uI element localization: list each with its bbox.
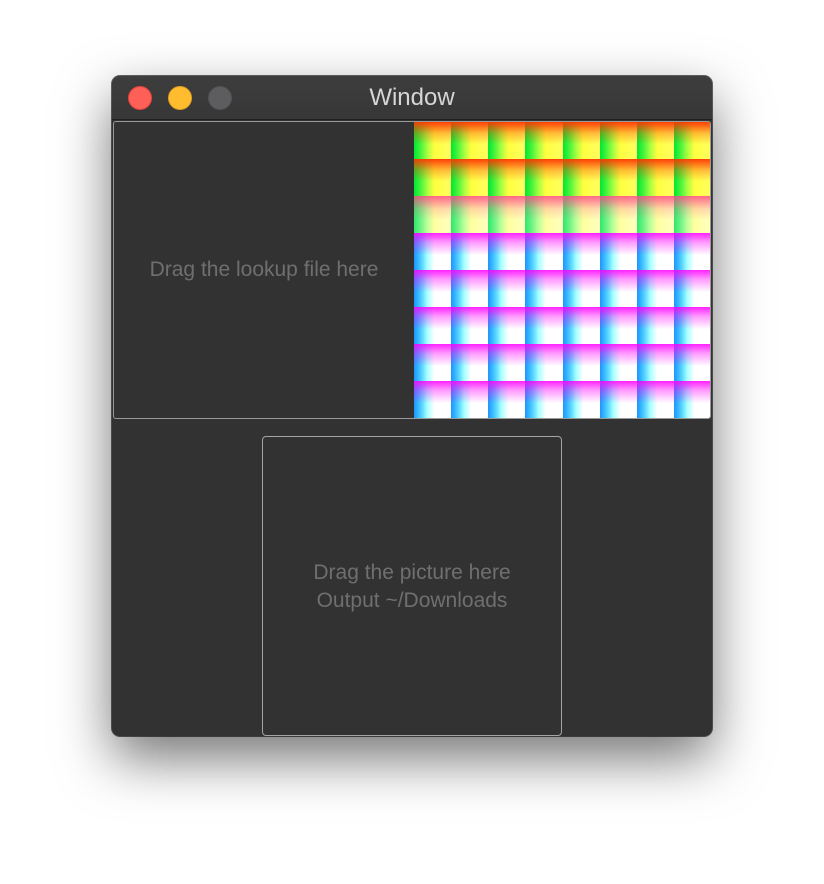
lut-cell	[636, 270, 674, 307]
lut-cell	[599, 196, 637, 233]
lut-cell	[488, 270, 526, 307]
lut-cell	[451, 307, 489, 344]
lut-cell	[414, 233, 452, 270]
lut-cell	[599, 344, 637, 381]
lut-cell	[599, 159, 637, 196]
window-title: Window	[369, 84, 455, 111]
lut-cell	[673, 270, 710, 307]
lut-cell	[673, 196, 710, 233]
lut-cell	[636, 122, 674, 159]
lut-cell	[636, 381, 674, 418]
lut-cell	[525, 159, 563, 196]
lut-cell	[451, 344, 489, 381]
lut-cell	[414, 270, 452, 307]
picture-drop-zone[interactable]: Drag the picture here Output ~/Downloads	[262, 436, 562, 736]
picture-drop-label: Drag the picture here Output ~/Downloads	[263, 559, 561, 615]
lut-cell	[599, 233, 637, 270]
title-bar[interactable]: Window	[112, 76, 712, 120]
lookup-drop-label: Drag the lookup file here	[149, 258, 379, 281]
output-path-label: Output ~/Downloads	[316, 589, 508, 612]
lut-cell	[451, 122, 489, 159]
lut-cell	[599, 381, 637, 418]
lut-cell	[673, 122, 710, 159]
lut-cell	[525, 196, 563, 233]
app-window: Window Drag the lookup file here Drag th…	[112, 76, 712, 736]
lut-cell	[451, 159, 489, 196]
lut-cell	[451, 270, 489, 307]
lut-cell	[562, 381, 600, 418]
lut-cell	[599, 270, 637, 307]
lut-cell	[414, 159, 452, 196]
lut-cell	[414, 122, 452, 159]
lut-cell	[414, 381, 452, 418]
lut-cell	[525, 122, 563, 159]
lut-cell	[525, 270, 563, 307]
lut-cell	[525, 344, 563, 381]
lut-cell	[673, 233, 710, 270]
lut-cell	[562, 270, 600, 307]
lut-cell	[414, 196, 452, 233]
lut-cell	[636, 196, 674, 233]
lut-cell	[488, 381, 526, 418]
lut-cell	[488, 233, 526, 270]
lut-cell	[488, 344, 526, 381]
lut-cell	[488, 196, 526, 233]
lookup-table-preview	[414, 122, 710, 418]
lut-cell	[414, 344, 452, 381]
lut-cell	[599, 122, 637, 159]
lookup-file-drop-zone[interactable]: Drag the lookup file here	[113, 121, 711, 419]
lut-cell	[562, 122, 600, 159]
lut-cell	[451, 196, 489, 233]
lut-cell	[451, 233, 489, 270]
lut-cell	[525, 307, 563, 344]
lut-cell	[562, 196, 600, 233]
lut-cell	[636, 344, 674, 381]
lut-cell	[636, 233, 674, 270]
lut-cell	[636, 159, 674, 196]
lut-cell	[562, 344, 600, 381]
lut-cell	[414, 307, 452, 344]
lut-cell	[488, 307, 526, 344]
lut-cell	[673, 159, 710, 196]
lut-cell	[488, 159, 526, 196]
lut-cell	[451, 381, 489, 418]
lut-cell	[562, 233, 600, 270]
picture-drop-instruction: Drag the picture here	[313, 561, 511, 584]
lut-cell	[673, 381, 710, 418]
lut-cell	[525, 233, 563, 270]
lut-cell	[525, 381, 563, 418]
lut-cell	[599, 307, 637, 344]
lut-cell	[673, 307, 710, 344]
lut-cell	[636, 307, 674, 344]
lut-cell	[562, 307, 600, 344]
lut-cell	[562, 159, 600, 196]
lut-cell	[673, 344, 710, 381]
lut-cell	[488, 122, 526, 159]
